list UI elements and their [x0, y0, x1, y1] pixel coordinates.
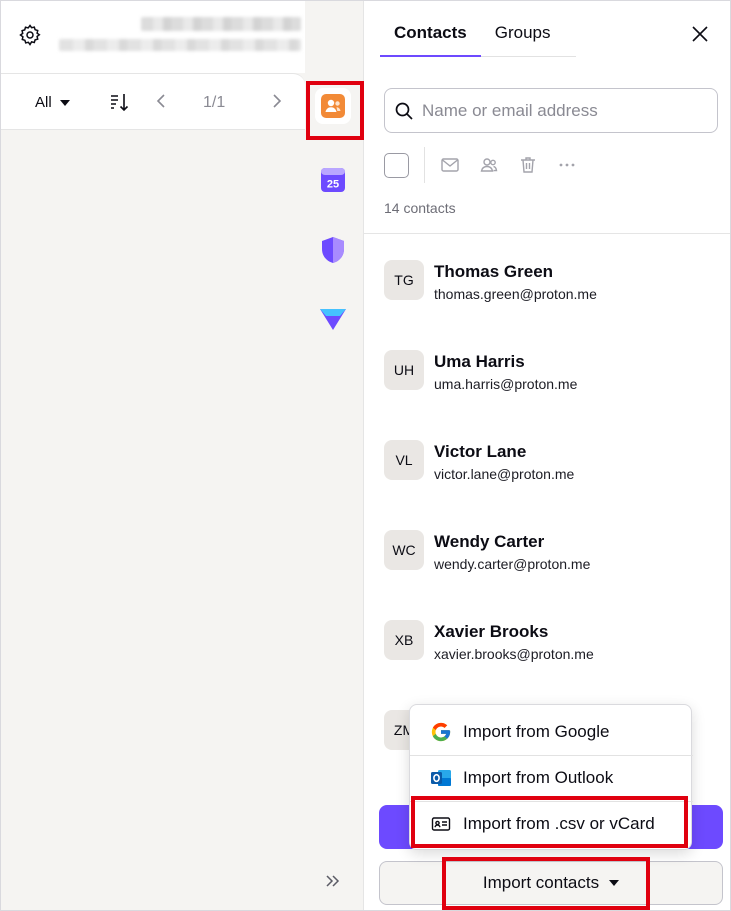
import-csv-vcard-item[interactable]: Import from .csv or vCard	[410, 801, 693, 847]
contact-name: Xavier Brooks	[434, 622, 549, 641]
vpn-app-button[interactable]	[315, 232, 351, 268]
drive-app-button[interactable]	[315, 301, 351, 337]
caret-down-icon	[609, 880, 620, 886]
contact-row[interactable]: UH Uma Harris uma.harris@proton.me	[384, 350, 714, 396]
pagination-label: 1/1	[203, 94, 226, 111]
vpn-shield-icon	[322, 237, 344, 263]
gear-icon[interactable]	[18, 23, 42, 47]
caret-down-icon	[59, 99, 70, 106]
filter-label: All	[35, 94, 52, 111]
contact-row[interactable]: TG Thomas Green thomas.green@proton.me	[384, 260, 714, 306]
contact-name: Victor Lane	[434, 442, 527, 461]
divider	[364, 233, 730, 234]
contact-email: victor.lane@proton.me	[434, 466, 575, 482]
import-outlook-item[interactable]: Import from Outlook	[410, 755, 693, 801]
search-input[interactable]	[422, 100, 702, 121]
calendar-icon: 25	[321, 168, 345, 192]
app-window: All 1/1 25 Contacts Groups Name or email…	[0, 0, 731, 911]
contact-row[interactable]: XB Xavier Brooks xavier.brooks@proton.me	[384, 620, 714, 666]
double-chevron-right-icon[interactable]	[323, 871, 343, 891]
contact-email: wendy.carter@proton.me	[434, 556, 591, 572]
avatar: TG	[384, 260, 424, 300]
google-icon	[431, 722, 451, 742]
id-card-icon	[431, 817, 451, 831]
svg-text:25: 25	[327, 179, 339, 191]
filter-dropdown[interactable]: All	[35, 94, 70, 111]
avatar: VL	[384, 440, 424, 480]
contact-row[interactable]: WC Wendy Carter wendy.carter@proton.me	[384, 530, 714, 576]
contact-name: Wendy Carter	[434, 532, 545, 551]
import-google-item[interactable]: Import from Google	[410, 709, 693, 755]
close-icon[interactable]	[690, 24, 710, 44]
contact-email: xavier.brooks@proton.me	[434, 646, 594, 662]
users-icon	[480, 158, 498, 172]
more-horizontal-icon	[559, 163, 575, 167]
avatar: WC	[384, 530, 424, 570]
import-google-label: Import from Google	[463, 722, 610, 741]
contact-row[interactable]: VL Victor Lane victor.lane@proton.me	[384, 440, 714, 486]
divider	[424, 147, 425, 183]
left-header	[1, 1, 305, 73]
app-rail: 25	[305, 1, 363, 910]
tab-contacts[interactable]: Contacts	[380, 11, 481, 57]
contact-count: 14 contacts	[384, 200, 456, 216]
contact-email: uma.harris@proton.me	[434, 376, 578, 392]
search-field[interactable]	[384, 88, 718, 133]
import-contacts-label: Import contacts	[482, 873, 600, 892]
calendar-app-button[interactable]: 25	[315, 162, 351, 198]
avatar: UH	[384, 350, 424, 390]
chevron-left-icon[interactable]	[153, 92, 171, 110]
mail-icon	[441, 158, 459, 172]
select-all-checkbox[interactable]	[384, 152, 409, 178]
message-list-pane: All 1/1	[1, 1, 305, 910]
drive-icon	[320, 309, 346, 330]
delete-action[interactable]	[517, 154, 539, 176]
import-outlook-label: Import from Outlook	[463, 768, 614, 787]
contact-name: Uma Harris	[434, 352, 525, 371]
import-csv-vcard-label: Import from .csv or vCard	[463, 814, 655, 833]
import-menu: Import from Google Import from Outlook I…	[409, 704, 693, 850]
group-action[interactable]	[478, 154, 500, 176]
tab-groups[interactable]: Groups	[481, 11, 565, 57]
chevron-right-icon[interactable]	[267, 92, 285, 110]
sort-icon[interactable]	[108, 91, 130, 113]
contact-email: thomas.green@proton.me	[434, 286, 597, 302]
bulk-actions	[384, 147, 595, 183]
contacts-icon	[321, 94, 345, 118]
email-action[interactable]	[439, 154, 461, 176]
more-action[interactable]	[556, 154, 578, 176]
trash-icon	[521, 157, 535, 173]
list-toolbar: All 1/1	[1, 73, 305, 130]
search-icon	[395, 102, 413, 120]
contacts-tabs: Contacts Groups	[380, 11, 576, 57]
contacts-app-button[interactable]	[315, 88, 351, 124]
blurred-account-email	[59, 39, 301, 51]
contact-name: Thomas Green	[434, 262, 554, 281]
outlook-icon	[431, 770, 451, 786]
avatar: XB	[384, 620, 424, 660]
import-contacts-button[interactable]: Import contacts	[379, 861, 723, 905]
blurred-account-name	[141, 17, 301, 31]
